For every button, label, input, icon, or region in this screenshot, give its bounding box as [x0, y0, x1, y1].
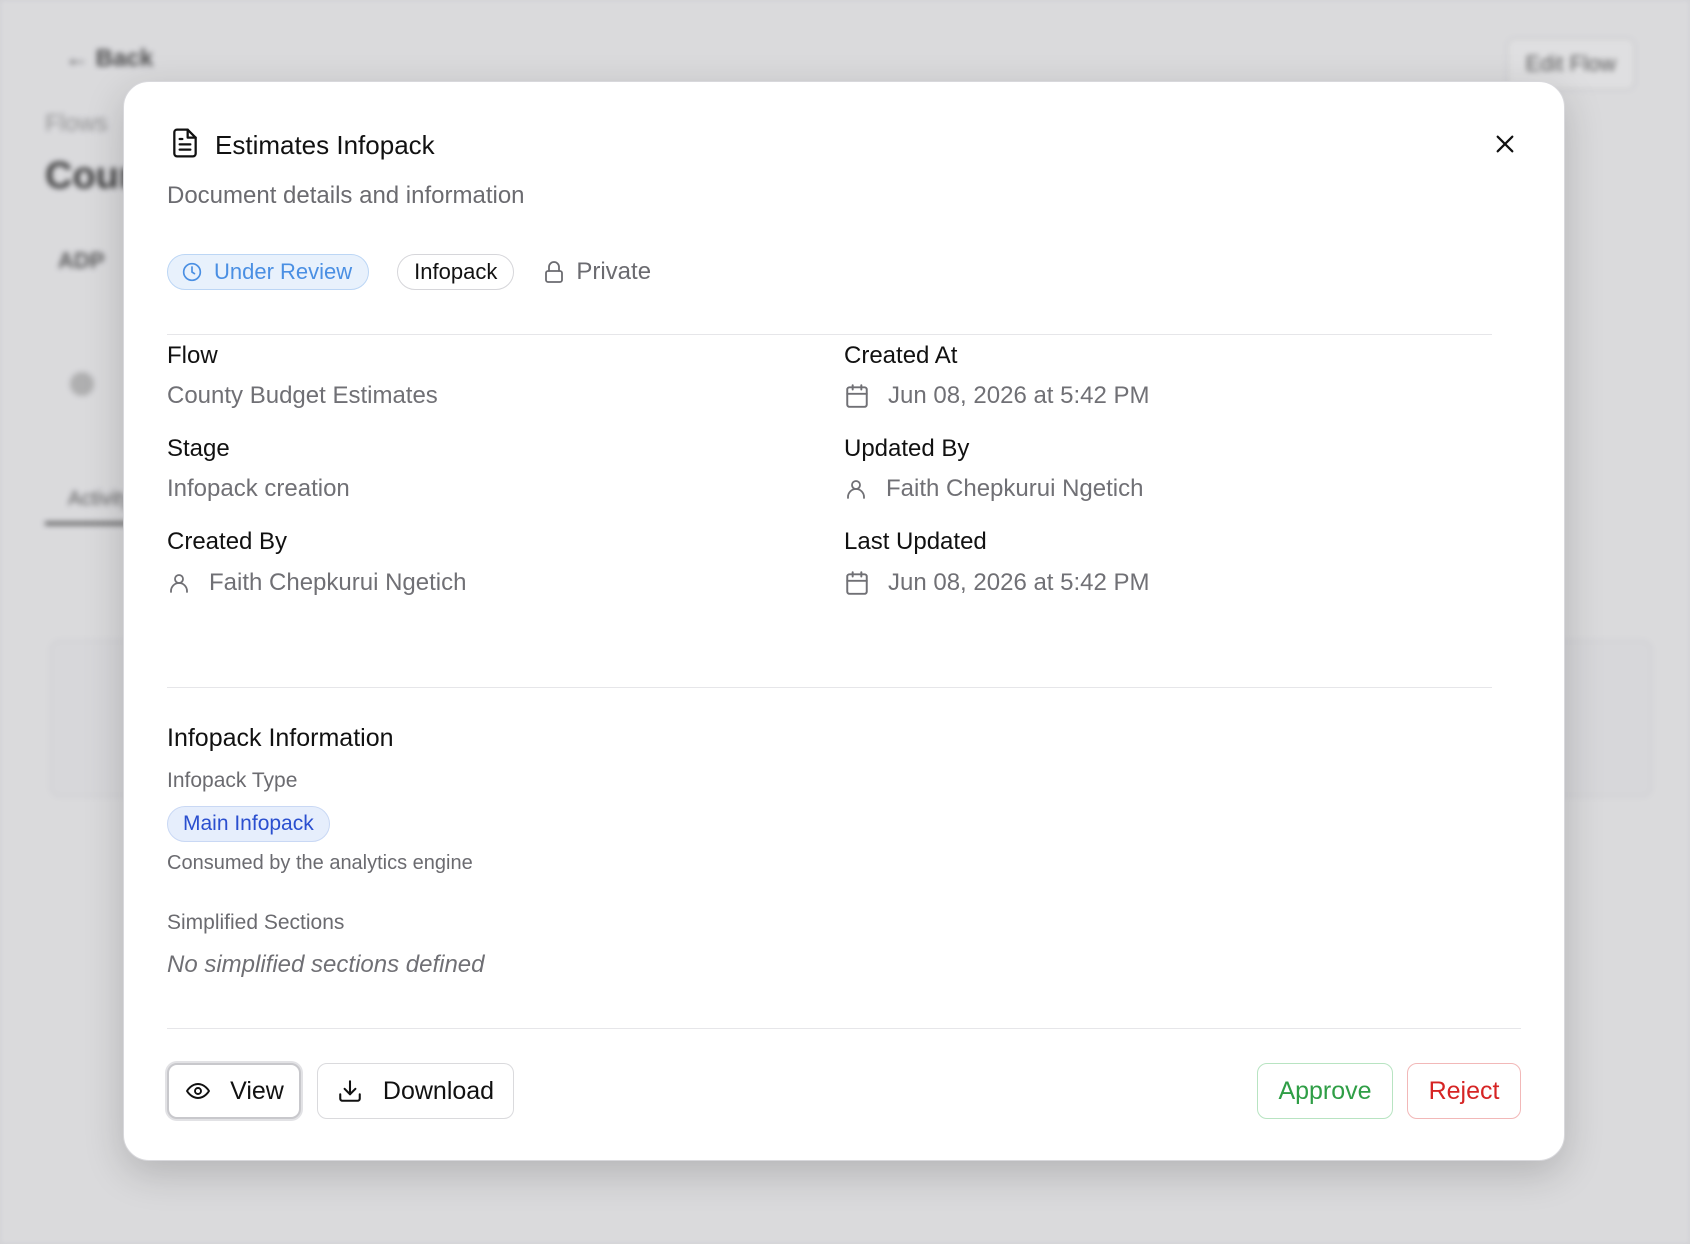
status-badge: Under Review: [167, 254, 370, 290]
stage-label: Stage: [167, 435, 230, 462]
flow-label: Flow: [167, 342, 218, 369]
last-updated-value: Jun 08, 2026 at 5:42 PM: [844, 569, 1150, 597]
close-button[interactable]: [1488, 127, 1522, 161]
infopack-info-title: Infopack Information: [167, 724, 394, 752]
updated-by-value: Faith Chepkurui Ngetich: [844, 475, 1143, 503]
calendar-icon: [846, 384, 868, 408]
divider: [167, 334, 1492, 335]
download-icon: [339, 1080, 361, 1102]
infopack-type-description: Consumed by the analytics engine: [167, 852, 473, 874]
simplified-sections-empty: No simplified sections defined: [167, 951, 485, 978]
calendar-icon: [846, 571, 868, 595]
visibility-indicator: Private: [542, 258, 651, 286]
user-icon: [170, 574, 188, 593]
infopack-type-badge: Main Infopack: [167, 806, 330, 842]
download-button[interactable]: Download: [317, 1063, 514, 1119]
view-button[interactable]: View: [167, 1063, 301, 1119]
badge-row: Under Review Infopack Private: [167, 254, 651, 290]
flow-value: County Budget Estimates: [167, 382, 438, 409]
updated-by-label: Updated By: [844, 435, 970, 462]
user-icon: [847, 480, 865, 499]
eye-icon: [186, 1083, 211, 1099]
clock-icon: [182, 262, 202, 282]
dialog-subtitle: Document details and information: [167, 182, 525, 209]
approve-button[interactable]: Approve: [1257, 1063, 1393, 1119]
close-icon: [1496, 135, 1514, 153]
divider: [167, 1028, 1521, 1029]
dialog-header: Estimates Infopack: [169, 126, 435, 165]
created-at-label: Created At: [844, 342, 958, 369]
last-updated-label: Last Updated: [844, 528, 987, 555]
created-at-value: Jun 08, 2026 at 5:42 PM: [844, 382, 1150, 410]
visibility-label: Private: [576, 258, 652, 285]
lock-icon: [545, 261, 564, 283]
type-badge: Infopack: [397, 254, 515, 290]
created-by-label: Created By: [167, 528, 288, 555]
dialog-title: Estimates Infopack: [215, 130, 435, 160]
stage-value: Infopack creation: [167, 475, 350, 502]
document-icon: [169, 126, 201, 165]
status-badge-label: Under Review: [214, 259, 353, 284]
simplified-sections-label: Simplified Sections: [167, 911, 345, 934]
divider: [167, 687, 1492, 688]
document-details-dialog: Estimates Infopack Document details and …: [123, 81, 1565, 1161]
created-by-value: Faith Chepkurui Ngetich: [167, 569, 466, 597]
reject-button[interactable]: Reject: [1407, 1063, 1521, 1119]
infopack-type-label: Infopack Type: [167, 769, 298, 792]
